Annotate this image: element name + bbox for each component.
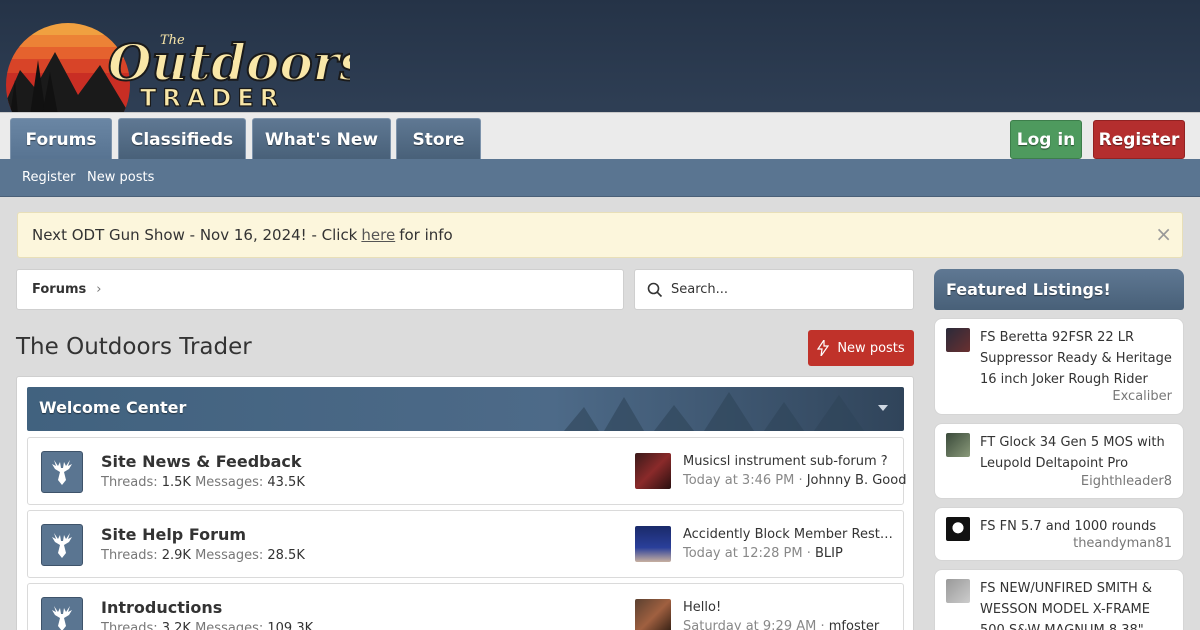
category-header[interactable]: Welcome Center: [27, 387, 904, 431]
forum-list-block: Welcome Center Site News & Feedback Thre…: [16, 376, 914, 630]
forum-node: Site News & Feedback Threads: 1.5K Messa…: [27, 437, 907, 505]
notice-banner: Next ODT Gun Show - Nov 16, 2024! - Clic…: [17, 212, 1183, 258]
latest-thread-link[interactable]: Accidently Block Member Restor...: [683, 527, 895, 542]
listing-thumbnail: [946, 517, 970, 541]
login-button[interactable]: Log in: [1010, 120, 1082, 159]
avatar[interactable]: [635, 526, 671, 562]
listing-thumbnail: [946, 328, 970, 352]
category-title: Welcome Center: [39, 398, 187, 417]
notice-text: Next ODT Gun Show - Nov 16, 2024! - Clic…: [32, 226, 358, 244]
listing-thumbnail: [946, 579, 970, 603]
bolt-icon: [817, 340, 830, 356]
site-header: The Outdoors TRADER: [0, 0, 1200, 118]
new-posts-label: New posts: [837, 340, 905, 356]
breadcrumb-forums-link[interactable]: Forums: [32, 282, 86, 297]
tree-silhouette-decoration: [564, 392, 864, 431]
avatar[interactable]: [635, 599, 671, 630]
forum-title[interactable]: Site News & Feedback: [101, 452, 302, 471]
listing-title[interactable]: FS FN 5.7 and 1000 rounds: [980, 516, 1176, 537]
listing-card[interactable]: FS NEW/UNFIRED SMITH & WESSON MODEL X-FR…: [934, 569, 1184, 630]
deer-icon: [41, 451, 83, 493]
listing-title[interactable]: FS Beretta 92FSR 22 LR Suppressor Ready …: [980, 327, 1176, 390]
listing-user[interactable]: theandyman81: [1073, 536, 1172, 551]
search-input[interactable]: Search...: [634, 269, 914, 310]
new-posts-button[interactable]: New posts: [808, 330, 914, 366]
page-title: The Outdoors Trader: [16, 334, 252, 360]
latest-thread-link[interactable]: Musicsl instrument sub-forum ?: [683, 454, 895, 469]
subnav-new-posts-link[interactable]: New posts: [87, 170, 154, 185]
sub-navigation: Register New posts: [0, 159, 1200, 197]
svg-text:TRADER: TRADER: [140, 84, 284, 112]
subnav-register-link[interactable]: Register: [22, 170, 76, 185]
latest-user-link[interactable]: BLIP: [815, 546, 843, 561]
tab-store[interactable]: Store: [396, 118, 481, 160]
search-placeholder: Search...: [671, 282, 729, 297]
chevron-down-icon[interactable]: [878, 405, 888, 411]
forum-title[interactable]: Site Help Forum: [101, 525, 246, 544]
listing-thumbnail: [946, 433, 970, 457]
listing-title[interactable]: FT Glock 34 Gen 5 MOS with Leupold Delta…: [980, 432, 1176, 474]
deer-icon: [41, 524, 83, 566]
listing-user[interactable]: Excaliber: [1112, 389, 1172, 404]
latest-thread-meta: Saturday at 9:29 AM · mfoster: [683, 619, 879, 630]
listing-card[interactable]: FS FN 5.7 and 1000 rounds theandyman81: [934, 507, 1184, 561]
latest-thread-meta: Today at 12:28 PM · BLIP: [683, 546, 843, 561]
forum-stats: Threads: 2.9K Messages: 28.5K: [101, 548, 305, 563]
forum-node: Introductions Threads: 3.2K Messages: 10…: [27, 583, 904, 630]
notice-text-suffix: for info: [399, 226, 453, 244]
search-icon: [647, 282, 663, 297]
breadcrumb: Forums ›: [16, 269, 624, 310]
forum-node: Site Help Forum Threads: 2.9K Messages: …: [27, 510, 904, 578]
latest-user-link[interactable]: Johnny B. Good: [807, 473, 907, 488]
forum-title[interactable]: Introductions: [101, 598, 222, 617]
latest-user-link[interactable]: mfoster: [829, 619, 879, 630]
listing-card[interactable]: FS Beretta 92FSR 22 LR Suppressor Ready …: [934, 318, 1184, 415]
tab-whats-new[interactable]: What's New: [252, 118, 391, 160]
close-icon[interactable]: ×: [1155, 222, 1172, 246]
register-button[interactable]: Register: [1093, 120, 1185, 159]
forum-stats: Threads: 1.5K Messages: 43.5K: [101, 475, 305, 490]
main-navigation: Forums Classifieds What's New Store Log …: [0, 112, 1200, 160]
avatar[interactable]: [635, 453, 671, 489]
forum-stats: Threads: 3.2K Messages: 109.3K: [101, 621, 314, 630]
notice-link[interactable]: here: [361, 226, 395, 244]
listing-card[interactable]: FT Glock 34 Gen 5 MOS with Leupold Delta…: [934, 423, 1184, 499]
featured-listings-header: Featured Listings!: [934, 269, 1184, 310]
latest-thread-meta: Today at 3:46 PM · Johnny B. Good: [683, 473, 907, 488]
site-logo[interactable]: The Outdoors TRADER: [0, 0, 368, 118]
tab-classifieds[interactable]: Classifieds: [118, 118, 246, 160]
latest-thread-link[interactable]: Hello!: [683, 600, 895, 615]
tab-forums[interactable]: Forums: [10, 118, 112, 160]
listing-user[interactable]: Eighthleader8: [1081, 474, 1172, 489]
deer-icon: [41, 597, 83, 630]
chevron-right-icon: ›: [96, 282, 102, 297]
listing-title[interactable]: FS NEW/UNFIRED SMITH & WESSON MODEL X-FR…: [980, 578, 1176, 630]
